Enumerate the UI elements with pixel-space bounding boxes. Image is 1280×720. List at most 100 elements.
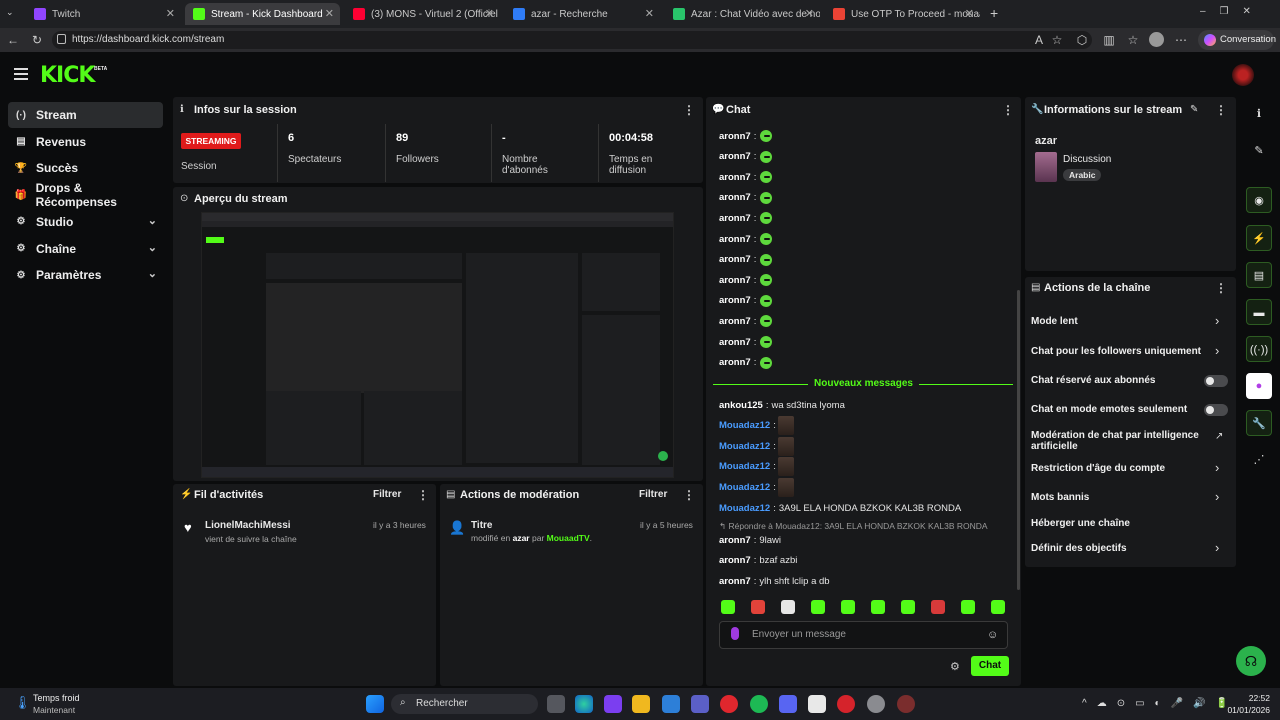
share-icon[interactable]: ⋰ bbox=[1246, 447, 1272, 473]
support-headset-icon[interactable]: ☊ bbox=[1236, 646, 1266, 676]
emote-shortcut-icon[interactable] bbox=[781, 600, 795, 614]
browser-tab[interactable]: Azar : Chat Vidéo avec de nou ✕ bbox=[665, 3, 820, 25]
chat-username[interactable]: aronn7 bbox=[719, 555, 751, 566]
weather-icon[interactable]: 🌡 bbox=[14, 695, 31, 711]
clock-date[interactable]: 01/01/2026 bbox=[1222, 705, 1270, 715]
copilot-conversation-button[interactable]: Conversation bbox=[1198, 30, 1276, 50]
moderation-more-icon[interactable]: ⋮ bbox=[683, 488, 695, 502]
emote-shortcut-icon[interactable] bbox=[991, 600, 1005, 614]
channel-action-item[interactable]: Restriction d'âge du compte bbox=[1031, 463, 1211, 474]
toggle-switch[interactable] bbox=[1204, 375, 1228, 387]
favorites-icon[interactable]: ☆ bbox=[1124, 31, 1142, 49]
emote-icon[interactable] bbox=[758, 334, 775, 350]
activity-filter-button[interactable]: Filtrer bbox=[373, 489, 401, 500]
emote-icon[interactable] bbox=[758, 189, 775, 206]
browser-tab[interactable]: Twitch ✕ bbox=[26, 3, 181, 25]
channel-action-item[interactable]: Chat réservé aux abonnés bbox=[1031, 375, 1211, 386]
sidebar-item[interactable]: ⚙ Paramètres ⌄ bbox=[8, 262, 163, 288]
chat-username[interactable]: Mouadaz12 bbox=[719, 441, 770, 452]
emote-icon[interactable] bbox=[758, 313, 775, 330]
activity-more-icon[interactable]: ⋮ bbox=[417, 488, 429, 502]
chat-username[interactable]: ankou125 bbox=[719, 400, 763, 411]
emote-icon[interactable] bbox=[758, 210, 775, 227]
chat-username[interactable]: aronn7 bbox=[719, 576, 751, 587]
chevron-down-icon[interactable]: ⌄ bbox=[148, 267, 157, 280]
emote-face-icon[interactable] bbox=[777, 436, 794, 456]
stream-info-more-icon[interactable]: ⋮ bbox=[1215, 103, 1227, 117]
chat-username[interactable]: aronn7 bbox=[719, 357, 751, 368]
channel-action-item[interactable]: Mode lent bbox=[1031, 316, 1211, 327]
emote-icon[interactable] bbox=[758, 169, 775, 186]
user-avatar[interactable] bbox=[1232, 64, 1254, 86]
chat-bubble-icon[interactable]: ▬ bbox=[1246, 299, 1272, 325]
channel-action-item[interactable]: Modération de chat par intelligence arti… bbox=[1031, 430, 1211, 452]
close-tab-icon[interactable]: ✕ bbox=[166, 7, 175, 20]
chat-username[interactable]: Mouadaz12 bbox=[719, 461, 770, 472]
kick-logo[interactable]: KICK bbox=[40, 63, 95, 88]
chat-username[interactable]: aronn7 bbox=[719, 535, 751, 546]
category-name[interactable]: Discussion bbox=[1063, 154, 1111, 165]
chevron-right-icon[interactable]: › bbox=[1215, 343, 1219, 358]
windows-start-icon[interactable] bbox=[366, 695, 384, 713]
clipboard-icon[interactable]: ▤ bbox=[1246, 262, 1272, 288]
sidebar-item[interactable]: 🏆 Succès bbox=[8, 155, 163, 181]
sidebar-item[interactable]: ⚙ Chaîne ⌄ bbox=[8, 236, 163, 262]
emote-icon[interactable] bbox=[758, 251, 775, 268]
chat-username[interactable]: Mouadaz12 bbox=[719, 503, 770, 514]
window-controls[interactable]: –❐✕ bbox=[1200, 6, 1265, 17]
chat-username[interactable]: aronn7 bbox=[719, 151, 751, 162]
channel-action-item[interactable]: Mots bannis bbox=[1031, 492, 1211, 503]
emote-shortcut-icon[interactable] bbox=[961, 600, 975, 614]
mic-icon[interactable] bbox=[731, 627, 739, 640]
camera-icon[interactable]: ◉ bbox=[1246, 187, 1272, 213]
emote-shortcut-icon[interactable] bbox=[721, 600, 735, 614]
sidebar-item[interactable]: (·) Stream bbox=[8, 102, 163, 128]
channel-action-item[interactable]: Chat en mode emotes seulement bbox=[1031, 404, 1211, 415]
hamburger-menu-icon[interactable] bbox=[14, 68, 28, 80]
browser-tab[interactable]: Stream - Kick Dashboard ✕ bbox=[185, 3, 340, 25]
session-more-icon[interactable]: ⋮ bbox=[683, 103, 695, 117]
emote-icon[interactable] bbox=[758, 128, 775, 144]
system-tray-icons[interactable]: ^☁⊙▭◐🎤🔊🔋 bbox=[1082, 698, 1238, 709]
close-tab-icon[interactable]: ✕ bbox=[325, 7, 334, 20]
chat-username[interactable]: aronn7 bbox=[719, 254, 751, 265]
edge-icon[interactable] bbox=[575, 695, 593, 713]
chat-username[interactable]: aronn7 bbox=[719, 234, 751, 245]
info-icon[interactable]: ℹ bbox=[1246, 101, 1272, 127]
chevron-right-icon[interactable]: › bbox=[1215, 540, 1219, 555]
activity-user[interactable]: LionelMachiMessi bbox=[205, 520, 291, 531]
emoji-picker-icon[interactable]: ☺ bbox=[987, 629, 998, 641]
task-view-icon[interactable] bbox=[547, 695, 565, 713]
clock-time[interactable]: 22:52 bbox=[1222, 693, 1270, 703]
app-icon[interactable] bbox=[897, 695, 915, 713]
emote-shortcut-icon[interactable] bbox=[931, 600, 945, 614]
chat-scrollbar[interactable] bbox=[1017, 290, 1020, 590]
browser-tab[interactable]: (3) MONS - Virtuel 2 (Officiel ✕ bbox=[345, 3, 500, 25]
emote-face-icon[interactable] bbox=[777, 457, 794, 477]
chat-username[interactable]: aronn7 bbox=[719, 192, 751, 203]
emote-icon[interactable] bbox=[758, 231, 775, 247]
weather-label[interactable]: Temps froid bbox=[33, 693, 80, 703]
category-thumbnail[interactable] bbox=[1035, 152, 1057, 182]
channel-action-item[interactable]: Définir des objectifs bbox=[1031, 543, 1211, 554]
app-heart-icon[interactable] bbox=[604, 695, 622, 713]
obs-icon[interactable] bbox=[867, 695, 885, 713]
channel-action-item[interactable]: Chat pour les followers uniquement bbox=[1031, 346, 1211, 357]
new-tab-button[interactable]: + bbox=[990, 5, 998, 21]
emote-shortcut-icon[interactable] bbox=[841, 600, 855, 614]
taskbar-search[interactable]: Rechercher bbox=[391, 694, 538, 714]
location-pin-icon[interactable]: ● bbox=[1246, 373, 1272, 399]
send-chat-button[interactable]: Chat bbox=[971, 656, 1009, 676]
chat-username[interactable]: Mouadaz12 bbox=[719, 420, 770, 431]
browser-menu-icon[interactable]: ⋯ bbox=[1172, 31, 1190, 49]
url-field[interactable]: https://dashboard.kick.com/stream bbox=[52, 31, 1092, 49]
close-tab-icon[interactable]: ✕ bbox=[805, 7, 814, 20]
opera-icon[interactable] bbox=[720, 695, 738, 713]
antivirus-icon[interactable] bbox=[837, 695, 855, 713]
emote-icon[interactable] bbox=[758, 272, 775, 289]
store-icon[interactable] bbox=[662, 695, 680, 713]
sidebar-item[interactable]: ⚙ Studio ⌄ bbox=[8, 209, 163, 235]
edit-pencil-icon[interactable]: ✎ bbox=[1190, 104, 1198, 115]
file-explorer-icon[interactable] bbox=[632, 695, 650, 713]
chat-username[interactable]: aronn7 bbox=[719, 275, 751, 286]
